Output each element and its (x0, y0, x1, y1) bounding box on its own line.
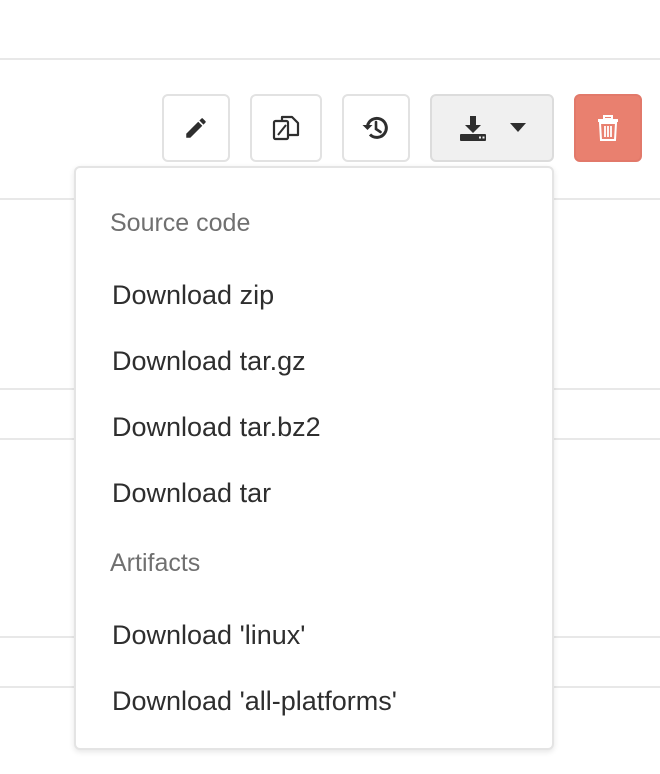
section-header-artifacts: Artifacts (110, 549, 201, 577)
download-artifact-all-platforms-item[interactable]: Download 'all-platforms' (112, 685, 397, 717)
download-tar-item[interactable]: Download tar (112, 477, 271, 509)
download-icon (458, 113, 488, 143)
pencil-icon (183, 115, 209, 141)
delete-button[interactable] (574, 94, 642, 162)
download-zip-item[interactable]: Download zip (112, 279, 274, 311)
page: Source code Download zip Download tar.gz… (0, 0, 660, 774)
download-tar-bz2-item[interactable]: Download tar.bz2 (112, 411, 321, 443)
copy-files-icon (271, 113, 301, 143)
divider (0, 58, 660, 60)
download-dropdown-menu: Source code Download zip Download tar.gz… (74, 166, 554, 750)
edit-button[interactable] (162, 94, 230, 162)
caret-down-icon (510, 123, 526, 133)
trash-icon (597, 115, 619, 141)
download-artifact-linux-item[interactable]: Download 'linux' (112, 619, 305, 651)
download-dropdown-button[interactable] (430, 94, 554, 162)
history-revert-icon (361, 113, 391, 143)
revert-button[interactable] (342, 94, 410, 162)
copy-button[interactable] (250, 94, 322, 162)
download-tar-gz-item[interactable]: Download tar.gz (112, 345, 306, 377)
section-header-source-code: Source code (110, 209, 251, 237)
